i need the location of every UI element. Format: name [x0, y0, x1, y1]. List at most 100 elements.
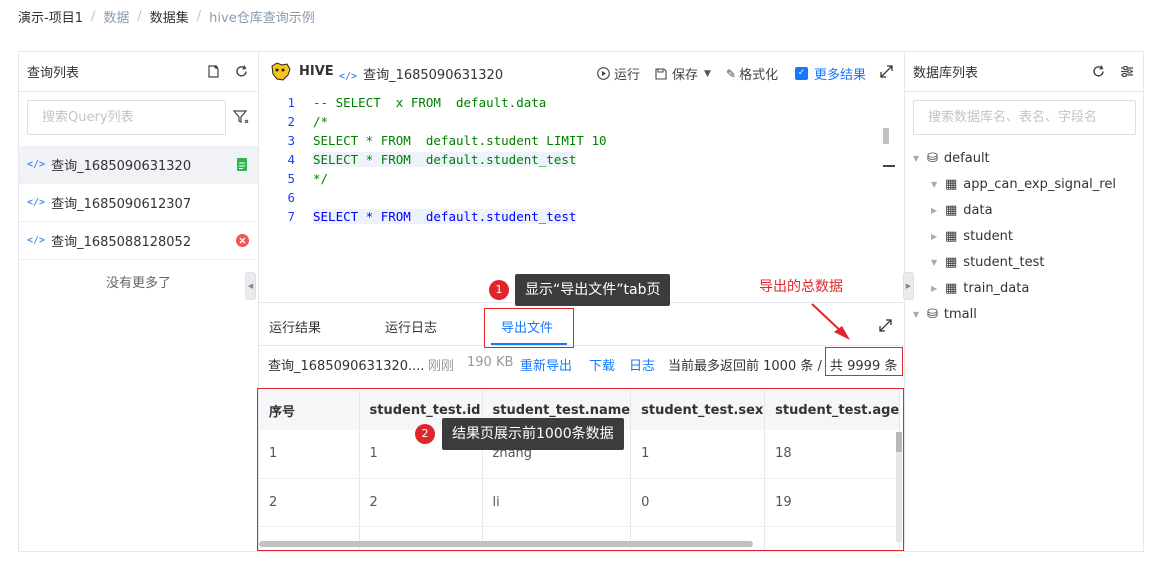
- editor-file: </> 查询_1685090631320: [339, 64, 503, 83]
- code-line[interactable]: SELECT * FROM default.student LIMIT 10: [313, 133, 607, 148]
- database-list-panel: 数据库列表 搜索数据库名、表名、字段名 ▼ ⛁ default ▼ ▦ app_can_…: [903, 52, 1143, 551]
- editor-scrollbar[interactable]: [883, 128, 889, 144]
- caret-down-icon: ▼: [931, 179, 938, 189]
- tree-table[interactable]: ▶ ▦ train_data: [931, 278, 1029, 298]
- more-results-checkbox[interactable]: ✓ 更多结果: [795, 64, 866, 83]
- query-list-title: 查询列表: [27, 66, 80, 81]
- tree-table[interactable]: ▶ ▦ data: [931, 200, 993, 220]
- checkbox-checked-icon: ✓: [795, 67, 808, 80]
- export-size: 190 KB: [467, 355, 514, 370]
- code-line[interactable]: -- SELECT x FROM default.data: [313, 95, 546, 110]
- query-list-panel: 查询列表 搜索Query列表 </> 查询_1685090631320 </> …: [19, 52, 259, 551]
- export-time: 刚刚: [428, 359, 455, 374]
- highlight-table: [257, 388, 904, 551]
- code-line[interactable]: SELECT * FROM default.student_test: [313, 152, 577, 167]
- saved-doc-icon: [237, 158, 247, 175]
- caret-right-icon: ▶: [931, 205, 938, 215]
- query-item-name: 查询_1685090612307: [51, 197, 192, 212]
- breadcrumb: 演示-项目1/ 数据 / 数据集 / hive仓库查询示例: [18, 7, 315, 26]
- annotation-total-label: 导出的总数据: [759, 279, 843, 295]
- code-icon: </>: [27, 197, 46, 208]
- query-item[interactable]: </> 查询_1685090612307: [19, 184, 258, 222]
- collapse-right-button[interactable]: ▶: [903, 272, 914, 300]
- code-line[interactable]: SELECT * FROM default.student_test: [313, 209, 577, 224]
- breadcrumb-data[interactable]: 数据: [103, 7, 129, 26]
- breadcrumb-current: hive仓库查询示例: [209, 10, 315, 26]
- code-icon: </>: [27, 159, 46, 170]
- table-icon: ▦: [945, 228, 958, 244]
- play-icon: [597, 67, 610, 80]
- annotation-arrow-icon: [811, 303, 850, 340]
- database-list-title: 数据库列表: [913, 66, 979, 81]
- code-area[interactable]: 1 -- SELECT x FROM default.data 2/* 3 SELE…: [259, 92, 904, 302]
- download-link[interactable]: 下载: [589, 355, 615, 374]
- caret-right-icon: ▶: [931, 283, 938, 293]
- annotation-tooltip-1: 显示“导出文件”tab页: [515, 274, 671, 306]
- annotation-marker-2: 2: [415, 424, 435, 444]
- new-query-icon[interactable]: [205, 63, 221, 79]
- hive-logo-icon: [269, 62, 291, 82]
- caret-right-icon: ▶: [931, 231, 938, 241]
- expand-results-icon[interactable]: [879, 319, 892, 336]
- sql-editor: HIVE </> 查询_1685090631320 运行 保存 ▼ ✎ 格式化 ✓ 更多…: [259, 52, 904, 302]
- table-icon: ▦: [945, 176, 958, 192]
- code-line[interactable]: /*: [313, 114, 328, 129]
- collapse-left-button[interactable]: ◀: [245, 272, 256, 300]
- minimize-icon[interactable]: [883, 165, 895, 167]
- tree-table[interactable]: ▶ ▦ student: [931, 226, 1013, 246]
- query-item[interactable]: </> 查询_1685090631320: [19, 146, 258, 184]
- filter-icon[interactable]: [232, 110, 249, 128]
- refresh-icon[interactable]: [1090, 63, 1106, 79]
- query-search-input[interactable]: 搜索Query列表: [27, 100, 226, 135]
- breadcrumb-project[interactable]: 演示-项目1: [18, 7, 83, 26]
- no-more-text: 没有更多了: [105, 276, 171, 291]
- editor-file-name: 查询_1685090631320: [363, 68, 504, 83]
- code-icon: </>: [27, 235, 46, 246]
- log-link[interactable]: 日志: [629, 355, 655, 374]
- database-list-header: 数据库列表: [905, 52, 1143, 92]
- settings-sliders-icon[interactable]: [1119, 63, 1135, 79]
- database-icon: ⛁: [927, 150, 938, 166]
- editor-header: HIVE </> 查询_1685090631320 运行 保存 ▼ ✎ 格式化 ✓ 更多…: [259, 52, 904, 92]
- caret-down-icon: ▼: [913, 309, 920, 319]
- tree-table[interactable]: ▼ ▦ app_can_exp_signal_rel: [931, 174, 1116, 194]
- code-icon: </>: [339, 71, 358, 82]
- database-icon: ⛁: [927, 306, 938, 322]
- table-icon: ▦: [945, 254, 958, 270]
- query-item-name: 查询_1685088128052: [51, 235, 192, 250]
- expand-editor-icon[interactable]: [880, 65, 893, 78]
- query-item[interactable]: </> 查询_1685088128052: [19, 222, 258, 260]
- format-button[interactable]: ✎ 格式化: [726, 64, 778, 84]
- highlight-export-tab: [484, 308, 574, 348]
- caret-down-icon: ▼: [704, 68, 711, 79]
- annotation-marker-1: 1: [489, 280, 509, 300]
- save-icon: [655, 67, 667, 80]
- page: 演示-项目1/ 数据 / 数据集 / hive仓库查询示例 查询列表 搜索Query…: [0, 0, 1161, 570]
- reexport-link[interactable]: 重新导出: [520, 355, 572, 374]
- table-icon: ▦: [945, 280, 958, 296]
- refresh-icon[interactable]: [233, 63, 249, 79]
- highlight-total: [825, 347, 903, 376]
- magic-wand-icon: ✎: [726, 66, 737, 81]
- caret-down-icon: ▼: [931, 257, 938, 267]
- tree-table[interactable]: ▼ ▦ student_test: [931, 252, 1044, 272]
- caret-down-icon: ▼: [913, 153, 920, 163]
- tree-db-default[interactable]: ▼ ⛁ default: [913, 148, 990, 168]
- tab-run-results[interactable]: 运行结果: [269, 317, 321, 336]
- export-file-name: 查询_1685090631320....: [268, 359, 425, 374]
- database-search-input[interactable]: 搜索数据库名、表名、字段名: [913, 100, 1136, 135]
- breadcrumb-dataset[interactable]: 数据集: [150, 7, 189, 26]
- save-button[interactable]: 保存 ▼: [655, 64, 711, 83]
- query-item-name: 查询_1685090631320: [51, 159, 192, 174]
- query-list-header: 查询列表: [19, 52, 258, 92]
- tab-run-log[interactable]: 运行日志: [385, 317, 437, 336]
- engine-label: HIVE: [299, 64, 334, 79]
- limit-text: 当前最多返回前 1000 条 /: [668, 359, 822, 374]
- annotation-tooltip-2: 结果页展示前1000条数据: [442, 418, 624, 450]
- run-button[interactable]: 运行: [597, 64, 640, 83]
- tree-db-tmall[interactable]: ▼ ⛁ tmall: [913, 304, 977, 324]
- export-info-bar: 查询_1685090631320.... 刚刚 190 KB 重新导出 下载 日…: [259, 346, 904, 382]
- table-icon: ▦: [945, 202, 958, 218]
- code-line[interactable]: */: [313, 171, 328, 186]
- error-icon: [236, 234, 249, 251]
